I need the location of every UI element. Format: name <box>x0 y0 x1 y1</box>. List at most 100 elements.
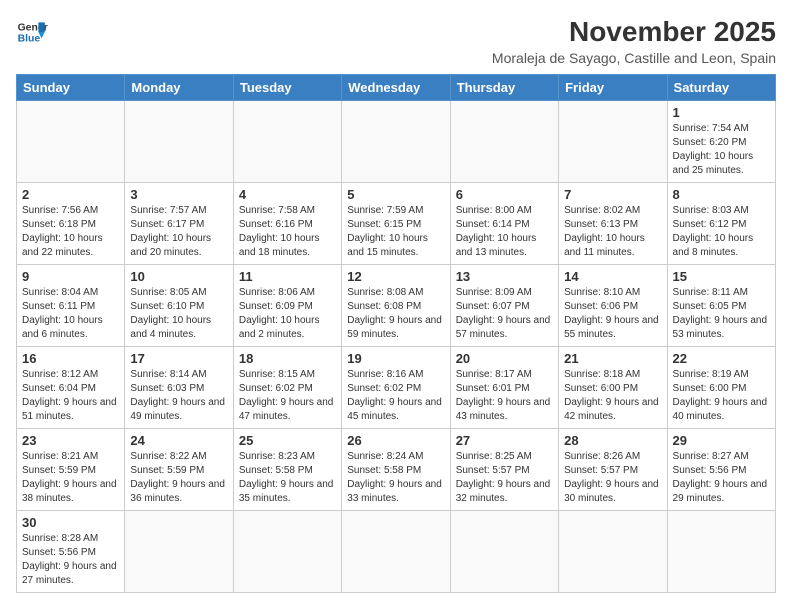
weekday-header-row: SundayMondayTuesdayWednesdayThursdayFrid… <box>17 75 776 101</box>
day-number: 2 <box>22 187 119 202</box>
day-cell: 30 Sunrise: 8:28 AM Sunset: 5:56 PM Dayli… <box>17 511 125 593</box>
day-cell: 5Sunrise: 7:59 AM Sunset: 6:15 PM Daylig… <box>342 183 450 265</box>
day-cell: 17 Sunrise: 8:14 AM Sunset: 6:03 PM Dayli… <box>125 347 233 429</box>
day-number: 26 <box>347 433 444 448</box>
day-cell: 20 Sunrise: 8:17 AM Sunset: 6:01 PM Dayli… <box>450 347 558 429</box>
day-cell: 8 Sunrise: 8:03 AM Sunset: 6:12 PM Daylig… <box>667 183 775 265</box>
day-number: 23 <box>22 433 119 448</box>
day-info: Sunrise: 7:54 AM Sunset: 6:20 PM Dayligh… <box>673 122 770 178</box>
day-info: Sunrise: 8:22 AM Sunset: 5:59 PM Dayligh… <box>130 450 227 506</box>
weekday-header-thursday: Thursday <box>450 75 558 101</box>
day-cell <box>17 101 125 183</box>
logo-icon: General Blue <box>16 16 48 48</box>
day-info: Sunrise: 8:21 AM Sunset: 5:59 PM Dayligh… <box>22 450 119 506</box>
day-cell: 22Sunrise: 8:19 AM Sunset: 6:00 PM Dayli… <box>667 347 775 429</box>
day-info: Sunrise: 8:03 AM Sunset: 6:12 PM Dayligh… <box>673 204 770 260</box>
day-number: 6 <box>456 187 553 202</box>
day-info: Sunrise: 7:57 AM Sunset: 6:17 PM Dayligh… <box>130 204 227 260</box>
day-cell: 6 Sunrise: 8:00 AM Sunset: 6:14 PM Daylig… <box>450 183 558 265</box>
weekday-header-saturday: Saturday <box>667 75 775 101</box>
month-title: November 2025 <box>492 16 776 48</box>
day-number: 16 <box>22 351 119 366</box>
day-number: 20 <box>456 351 553 366</box>
day-info: Sunrise: 8:06 AM Sunset: 6:09 PM Dayligh… <box>239 286 336 342</box>
day-cell: 9Sunrise: 8:04 AM Sunset: 6:11 PM Daylig… <box>17 265 125 347</box>
day-cell: 24 Sunrise: 8:22 AM Sunset: 5:59 PM Dayli… <box>125 429 233 511</box>
day-cell <box>450 511 558 593</box>
day-info: Sunrise: 8:05 AM Sunset: 6:10 PM Dayligh… <box>130 286 227 342</box>
week-row-4: 16 Sunrise: 8:12 AM Sunset: 6:04 PM Dayli… <box>17 347 776 429</box>
day-number: 14 <box>564 269 661 284</box>
day-cell <box>559 101 667 183</box>
day-info: Sunrise: 8:08 AM Sunset: 6:08 PM Dayligh… <box>347 286 444 342</box>
day-cell: 2Sunrise: 7:56 AM Sunset: 6:18 PM Daylig… <box>17 183 125 265</box>
day-cell: 29Sunrise: 8:27 AM Sunset: 5:56 PM Dayli… <box>667 429 775 511</box>
week-row-5: 23 Sunrise: 8:21 AM Sunset: 5:59 PM Dayli… <box>17 429 776 511</box>
day-number: 24 <box>130 433 227 448</box>
day-info: Sunrise: 8:16 AM Sunset: 6:02 PM Dayligh… <box>347 368 444 424</box>
day-number: 15 <box>673 269 770 284</box>
day-cell <box>667 511 775 593</box>
day-cell <box>450 101 558 183</box>
day-cell <box>233 101 341 183</box>
day-info: Sunrise: 8:14 AM Sunset: 6:03 PM Dayligh… <box>130 368 227 424</box>
day-cell: 7 Sunrise: 8:02 AM Sunset: 6:13 PM Daylig… <box>559 183 667 265</box>
day-info: Sunrise: 8:17 AM Sunset: 6:01 PM Dayligh… <box>456 368 553 424</box>
day-info: Sunrise: 8:12 AM Sunset: 6:04 PM Dayligh… <box>22 368 119 424</box>
weekday-header-wednesday: Wednesday <box>342 75 450 101</box>
day-info: Sunrise: 8:24 AM Sunset: 5:58 PM Dayligh… <box>347 450 444 506</box>
day-info: Sunrise: 8:23 AM Sunset: 5:58 PM Dayligh… <box>239 450 336 506</box>
week-row-2: 2Sunrise: 7:56 AM Sunset: 6:18 PM Daylig… <box>17 183 776 265</box>
header: General Blue November 2025 Moraleja de S… <box>16 16 776 66</box>
day-cell <box>233 511 341 593</box>
week-row-3: 9Sunrise: 8:04 AM Sunset: 6:11 PM Daylig… <box>17 265 776 347</box>
weekday-header-monday: Monday <box>125 75 233 101</box>
day-cell: 28 Sunrise: 8:26 AM Sunset: 5:57 PM Dayli… <box>559 429 667 511</box>
day-number: 8 <box>673 187 770 202</box>
day-info: Sunrise: 8:11 AM Sunset: 6:05 PM Dayligh… <box>673 286 770 342</box>
day-cell: 27Sunrise: 8:25 AM Sunset: 5:57 PM Dayli… <box>450 429 558 511</box>
day-info: Sunrise: 8:26 AM Sunset: 5:57 PM Dayligh… <box>564 450 661 506</box>
day-cell: 10Sunrise: 8:05 AM Sunset: 6:10 PM Dayli… <box>125 265 233 347</box>
day-info: Sunrise: 7:59 AM Sunset: 6:15 PM Dayligh… <box>347 204 444 260</box>
day-info: Sunrise: 8:18 AM Sunset: 6:00 PM Dayligh… <box>564 368 661 424</box>
day-cell: 13 Sunrise: 8:09 AM Sunset: 6:07 PM Dayli… <box>450 265 558 347</box>
day-cell: 14 Sunrise: 8:10 AM Sunset: 6:06 PM Dayli… <box>559 265 667 347</box>
day-cell: 25Sunrise: 8:23 AM Sunset: 5:58 PM Dayli… <box>233 429 341 511</box>
day-number: 29 <box>673 433 770 448</box>
weekday-header-tuesday: Tuesday <box>233 75 341 101</box>
day-number: 30 <box>22 515 119 530</box>
day-cell: 16 Sunrise: 8:12 AM Sunset: 6:04 PM Dayli… <box>17 347 125 429</box>
day-number: 7 <box>564 187 661 202</box>
day-info: Sunrise: 8:28 AM Sunset: 5:56 PM Dayligh… <box>22 532 119 588</box>
day-info: Sunrise: 8:02 AM Sunset: 6:13 PM Dayligh… <box>564 204 661 260</box>
subtitle: Moraleja de Sayago, Castille and Leon, S… <box>492 50 776 66</box>
weekday-header-friday: Friday <box>559 75 667 101</box>
day-info: Sunrise: 8:09 AM Sunset: 6:07 PM Dayligh… <box>456 286 553 342</box>
day-cell: 18 Sunrise: 8:15 AM Sunset: 6:02 PM Dayli… <box>233 347 341 429</box>
day-cell <box>125 511 233 593</box>
day-cell: 26 Sunrise: 8:24 AM Sunset: 5:58 PM Dayli… <box>342 429 450 511</box>
day-cell: 11Sunrise: 8:06 AM Sunset: 6:09 PM Dayli… <box>233 265 341 347</box>
day-cell <box>125 101 233 183</box>
day-cell <box>559 511 667 593</box>
day-number: 17 <box>130 351 227 366</box>
svg-text:Blue: Blue <box>18 34 41 45</box>
day-info: Sunrise: 8:15 AM Sunset: 6:02 PM Dayligh… <box>239 368 336 424</box>
day-info: Sunrise: 8:25 AM Sunset: 5:57 PM Dayligh… <box>456 450 553 506</box>
day-number: 18 <box>239 351 336 366</box>
logo: General Blue <box>16 16 48 48</box>
title-area: November 2025 Moraleja de Sayago, Castil… <box>492 16 776 66</box>
week-row-6: 30 Sunrise: 8:28 AM Sunset: 5:56 PM Dayli… <box>17 511 776 593</box>
day-number: 19 <box>347 351 444 366</box>
day-number: 13 <box>456 269 553 284</box>
day-cell: 23 Sunrise: 8:21 AM Sunset: 5:59 PM Dayli… <box>17 429 125 511</box>
day-cell <box>342 101 450 183</box>
weekday-header-sunday: Sunday <box>17 75 125 101</box>
day-number: 28 <box>564 433 661 448</box>
day-info: Sunrise: 8:00 AM Sunset: 6:14 PM Dayligh… <box>456 204 553 260</box>
day-number: 4 <box>239 187 336 202</box>
day-info: Sunrise: 8:10 AM Sunset: 6:06 PM Dayligh… <box>564 286 661 342</box>
day-info: Sunrise: 8:19 AM Sunset: 6:00 PM Dayligh… <box>673 368 770 424</box>
day-cell: 1Sunrise: 7:54 AM Sunset: 6:20 PM Daylig… <box>667 101 775 183</box>
